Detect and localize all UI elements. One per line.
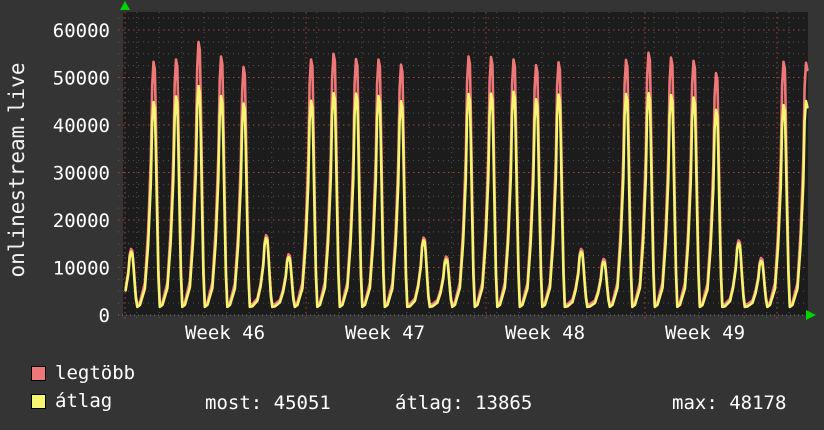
legend-item-legtobb: legtöbb	[31, 364, 135, 383]
y-axis-label: 10000	[53, 258, 110, 280]
y-axis-label: 40000	[53, 115, 110, 137]
y-axis-label: 50000	[53, 68, 110, 90]
chart-svg: 0 10000 20000 30000 40000 50000 60000 Week 46 We…	[53, 1, 816, 344]
watermark-text: onlinestream.live	[5, 62, 29, 278]
y-axis-label: 60000	[53, 20, 110, 42]
legend-label-legtobb: legtöbb	[55, 362, 136, 384]
y-axis-arrow-icon	[120, 1, 130, 10]
x-axis-label: Week 49	[665, 322, 745, 344]
stat-max: max: 48178	[672, 392, 787, 414]
legend-swatch-legtobb	[31, 366, 46, 381]
y-axis-label: 30000	[53, 163, 110, 185]
x-axis-label: Week 47	[345, 322, 425, 344]
y-axis-label: 0	[99, 305, 110, 327]
x-axis-label: Week 46	[185, 322, 265, 344]
x-axis-arrow-icon	[806, 310, 816, 320]
stats-row: most: 45051 átlag: 13865 max: 48178	[0, 392, 824, 414]
x-axis-label: Week 48	[505, 322, 585, 344]
y-axis-label: 20000	[53, 210, 110, 232]
stat-atlag: átlag: 13865	[395, 392, 533, 414]
stat-most: most: 45051	[205, 392, 331, 414]
rrd-graph-page: { "app": { "watermark": "onlinestream.li…	[0, 0, 824, 430]
